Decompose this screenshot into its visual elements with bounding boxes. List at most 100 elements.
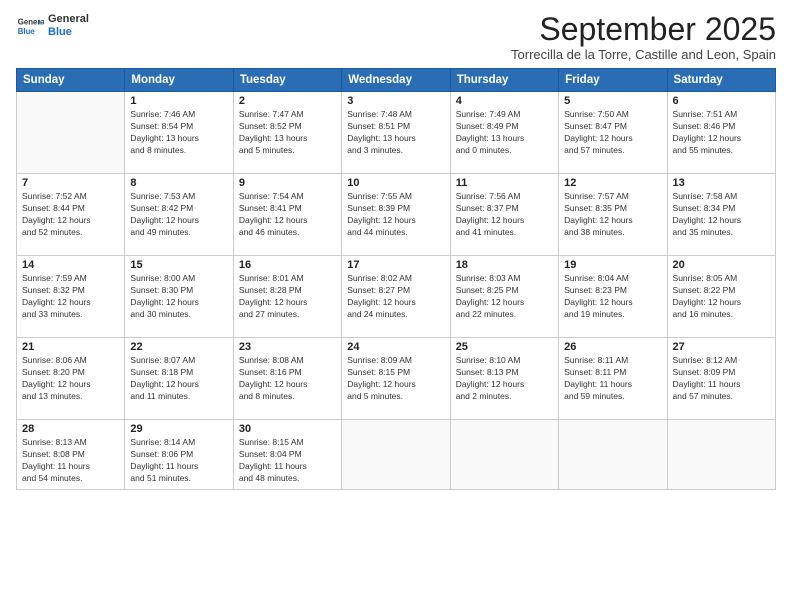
calendar-week-row: 14 Sunrise: 7:59 AMSunset: 8:32 PMDayligh…	[17, 256, 776, 338]
calendar-week-row: 28Sunrise: 8:13 AMSunset: 8:08 PMDayligh…	[17, 420, 776, 490]
day-number: 23	[239, 341, 336, 353]
day-number: 18	[456, 259, 553, 271]
day-info: Sunrise: 8:13 AMSunset: 8:08 PMDaylight:…	[22, 437, 119, 485]
day-info: Sunrise: 7:57 AMSunset: 8:35 PMDaylight:…	[564, 191, 661, 239]
calendar-week-row: 1 Sunrise: 7:46 AMSunset: 8:54 PMDaylight…	[17, 92, 776, 174]
title-block: September 2025 Torrecilla de la Torre, C…	[511, 12, 776, 62]
day-number: 20	[673, 259, 770, 271]
day-number: 10	[347, 177, 444, 189]
day-number: 12	[564, 177, 661, 189]
day-number: 6	[673, 95, 770, 107]
day-info: Sunrise: 7:55 AMSunset: 8:39 PMDaylight:…	[347, 191, 444, 239]
day-info: Sunrise: 8:08 AMSunset: 8:16 PMDaylight:…	[239, 355, 336, 403]
calendar-cell: 30 Sunrise: 8:15 AMSunset: 8:04 PMDayligh…	[233, 420, 341, 490]
calendar-cell: 21 Sunrise: 8:06 AMSunset: 8:20 PMDayligh…	[17, 338, 125, 420]
calendar-cell: 5Sunrise: 7:50 AMSunset: 8:47 PMDaylight…	[559, 92, 667, 174]
day-number: 8	[130, 177, 227, 189]
calendar-cell	[342, 420, 450, 490]
calendar-cell: 12 Sunrise: 7:57 AMSunset: 8:35 PMDayligh…	[559, 174, 667, 256]
day-number: 1	[130, 95, 227, 107]
calendar-cell	[559, 420, 667, 490]
day-info: Sunrise: 7:47 AMSunset: 8:52 PMDaylight:…	[239, 109, 336, 157]
day-number: 17	[347, 259, 444, 271]
calendar-cell: 8Sunrise: 7:53 AMSunset: 8:42 PMDaylight…	[125, 174, 233, 256]
weekday-header-saturday: Saturday	[667, 69, 775, 92]
logo-line1: General	[48, 13, 89, 26]
svg-text:Blue: Blue	[18, 27, 36, 36]
day-info: Sunrise: 8:03 AMSunset: 8:25 PMDaylight:…	[456, 273, 553, 321]
day-info: Sunrise: 8:00 AMSunset: 8:30 PMDaylight:…	[130, 273, 227, 321]
page: General Blue General Blue September 2025…	[0, 0, 792, 612]
calendar-cell: 24Sunrise: 8:09 AMSunset: 8:15 PMDayligh…	[342, 338, 450, 420]
weekday-header-tuesday: Tuesday	[233, 69, 341, 92]
calendar-cell: 6Sunrise: 7:51 AMSunset: 8:46 PMDaylight…	[667, 92, 775, 174]
day-info: Sunrise: 7:54 AMSunset: 8:41 PMDaylight:…	[239, 191, 336, 239]
calendar-cell: 28Sunrise: 8:13 AMSunset: 8:08 PMDayligh…	[17, 420, 125, 490]
day-info: Sunrise: 7:48 AMSunset: 8:51 PMDaylight:…	[347, 109, 444, 157]
day-number: 5	[564, 95, 661, 107]
day-number: 21	[22, 341, 119, 353]
day-number: 30	[239, 423, 336, 435]
weekday-header-sunday: Sunday	[17, 69, 125, 92]
logo-line2: Blue	[48, 26, 89, 39]
calendar-cell: 27 Sunrise: 8:12 AMSunset: 8:09 PMDayligh…	[667, 338, 775, 420]
calendar-week-row: 21 Sunrise: 8:06 AMSunset: 8:20 PMDayligh…	[17, 338, 776, 420]
day-info: Sunrise: 8:02 AMSunset: 8:27 PMDaylight:…	[347, 273, 444, 321]
calendar-cell: 26Sunrise: 8:11 AMSunset: 8:11 PMDayligh…	[559, 338, 667, 420]
day-info: Sunrise: 8:15 AMSunset: 8:04 PMDaylight:…	[239, 437, 336, 485]
calendar-cell: 23 Sunrise: 8:08 AMSunset: 8:16 PMDayligh…	[233, 338, 341, 420]
weekday-header-row: SundayMondayTuesdayWednesdayThursdayFrid…	[17, 69, 776, 92]
day-number: 14	[22, 259, 119, 271]
day-info: Sunrise: 7:49 AMSunset: 8:49 PMDaylight:…	[456, 109, 553, 157]
logo-icon: General Blue	[16, 12, 44, 40]
day-info: Sunrise: 8:14 AMSunset: 8:06 PMDaylight:…	[130, 437, 227, 485]
day-info: Sunrise: 8:07 AMSunset: 8:18 PMDaylight:…	[130, 355, 227, 403]
day-number: 16	[239, 259, 336, 271]
day-info: Sunrise: 7:56 AMSunset: 8:37 PMDaylight:…	[456, 191, 553, 239]
calendar-cell: 25 Sunrise: 8:10 AMSunset: 8:13 PMDayligh…	[450, 338, 558, 420]
calendar-cell: 20 Sunrise: 8:05 AMSunset: 8:22 PMDayligh…	[667, 256, 775, 338]
calendar-cell: 22Sunrise: 8:07 AMSunset: 8:18 PMDayligh…	[125, 338, 233, 420]
day-number: 4	[456, 95, 553, 107]
day-number: 13	[673, 177, 770, 189]
day-number: 19	[564, 259, 661, 271]
calendar-cell: 19 Sunrise: 8:04 AMSunset: 8:23 PMDayligh…	[559, 256, 667, 338]
day-number: 27	[673, 341, 770, 353]
calendar-cell: 2 Sunrise: 7:47 AMSunset: 8:52 PMDaylight…	[233, 92, 341, 174]
calendar-cell: 18 Sunrise: 8:03 AMSunset: 8:25 PMDayligh…	[450, 256, 558, 338]
calendar-cell: 11 Sunrise: 7:56 AMSunset: 8:37 PMDayligh…	[450, 174, 558, 256]
calendar-cell: 1 Sunrise: 7:46 AMSunset: 8:54 PMDaylight…	[125, 92, 233, 174]
month-title: September 2025	[511, 12, 776, 47]
day-info: Sunrise: 8:06 AMSunset: 8:20 PMDaylight:…	[22, 355, 119, 403]
calendar-cell: 29 Sunrise: 8:14 AMSunset: 8:06 PMDayligh…	[125, 420, 233, 490]
day-number: 25	[456, 341, 553, 353]
day-number: 3	[347, 95, 444, 107]
calendar-cell: 7 Sunrise: 7:52 AMSunset: 8:44 PMDaylight…	[17, 174, 125, 256]
calendar-cell: 4 Sunrise: 7:49 AMSunset: 8:49 PMDaylight…	[450, 92, 558, 174]
calendar-cell: 17 Sunrise: 8:02 AMSunset: 8:27 PMDayligh…	[342, 256, 450, 338]
day-number: 7	[22, 177, 119, 189]
day-info: Sunrise: 8:04 AMSunset: 8:23 PMDaylight:…	[564, 273, 661, 321]
day-number: 29	[130, 423, 227, 435]
weekday-header-monday: Monday	[125, 69, 233, 92]
logo: General Blue General Blue	[16, 12, 89, 40]
calendar-week-row: 7 Sunrise: 7:52 AMSunset: 8:44 PMDaylight…	[17, 174, 776, 256]
day-info: Sunrise: 7:59 AMSunset: 8:32 PMDaylight:…	[22, 273, 119, 321]
day-info: Sunrise: 8:12 AMSunset: 8:09 PMDaylight:…	[673, 355, 770, 403]
day-info: Sunrise: 8:10 AMSunset: 8:13 PMDaylight:…	[456, 355, 553, 403]
day-number: 24	[347, 341, 444, 353]
day-number: 9	[239, 177, 336, 189]
day-info: Sunrise: 7:52 AMSunset: 8:44 PMDaylight:…	[22, 191, 119, 239]
calendar-table: SundayMondayTuesdayWednesdayThursdayFrid…	[16, 68, 776, 490]
calendar-cell: 13Sunrise: 7:58 AMSunset: 8:34 PMDayligh…	[667, 174, 775, 256]
calendar-cell: 14 Sunrise: 7:59 AMSunset: 8:32 PMDayligh…	[17, 256, 125, 338]
day-number: 15	[130, 259, 227, 271]
day-info: Sunrise: 7:46 AMSunset: 8:54 PMDaylight:…	[130, 109, 227, 157]
day-number: 26	[564, 341, 661, 353]
day-info: Sunrise: 8:05 AMSunset: 8:22 PMDaylight:…	[673, 273, 770, 321]
day-number: 2	[239, 95, 336, 107]
day-info: Sunrise: 8:01 AMSunset: 8:28 PMDaylight:…	[239, 273, 336, 321]
subtitle: Torrecilla de la Torre, Castille and Leo…	[511, 47, 776, 62]
calendar-cell	[17, 92, 125, 174]
day-number: 11	[456, 177, 553, 189]
